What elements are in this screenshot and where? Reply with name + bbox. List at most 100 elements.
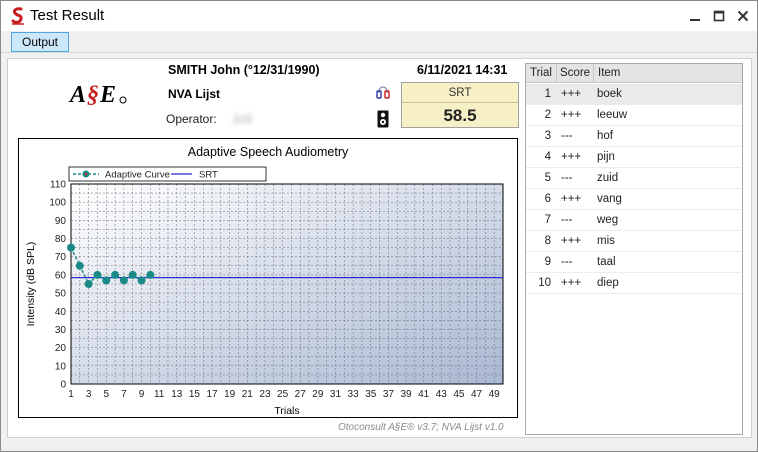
table-row[interactable]: 2 +++ leeuw bbox=[526, 105, 742, 126]
legend-adaptive-swatch-center bbox=[84, 172, 88, 176]
x-tick-label: 37 bbox=[383, 389, 395, 400]
version-note: Otoconsult A§E® v3.7; NVA Lijst v1.0 bbox=[338, 422, 504, 433]
x-tick-label: 47 bbox=[471, 389, 483, 400]
headphones-icon bbox=[376, 86, 390, 99]
maximize-icon bbox=[713, 10, 725, 22]
x-tick-label: 23 bbox=[259, 389, 271, 400]
x-tick-label: 45 bbox=[453, 389, 465, 400]
adaptive-curve-point bbox=[102, 276, 111, 285]
ase-logo: A § E bbox=[68, 82, 127, 108]
score-cell: +++ bbox=[561, 151, 582, 163]
app-logo-icon bbox=[11, 7, 24, 25]
table-row[interactable]: 10 +++ diep bbox=[526, 273, 742, 294]
trial-cell: 4 bbox=[544, 151, 551, 163]
output-button[interactable]: Output bbox=[11, 32, 69, 52]
adaptive-curve-point bbox=[137, 276, 146, 285]
srt-label: SRT bbox=[448, 87, 472, 99]
adaptive-curve-point bbox=[128, 270, 137, 279]
x-tick-label: 27 bbox=[295, 389, 307, 400]
item-cell: taal bbox=[597, 256, 616, 268]
score-cell: --- bbox=[561, 172, 573, 184]
table-row[interactable]: 8 +++ mis bbox=[526, 231, 742, 252]
header-score[interactable]: Score bbox=[560, 67, 590, 79]
y-axis-label: Intensity (dB SPL) bbox=[25, 242, 37, 327]
adaptive-curve-point bbox=[146, 270, 155, 279]
y-tick-label: 80 bbox=[55, 234, 67, 245]
x-tick-label: 21 bbox=[242, 389, 254, 400]
item-cell: vang bbox=[597, 193, 622, 205]
word-list-name: NVA Lijst bbox=[168, 87, 221, 101]
x-tick-label: 29 bbox=[312, 389, 324, 400]
operator-label: Operator: bbox=[166, 112, 217, 126]
header-separator bbox=[556, 64, 557, 83]
test-datetime: 6/11/2021 14:31 bbox=[417, 63, 508, 77]
x-tick-label: 33 bbox=[348, 389, 360, 400]
x-tick-label: 41 bbox=[418, 389, 430, 400]
adaptive-curve-point bbox=[67, 243, 75, 252]
result-panel: A § E SMITH John (°12/31/1990) NVA Lijst… bbox=[7, 58, 752, 438]
window-title: Test Result bbox=[30, 7, 105, 24]
item-cell: hof bbox=[597, 130, 613, 142]
x-axis-label: Trials bbox=[274, 405, 299, 417]
adaptive-curve-point bbox=[93, 270, 102, 279]
close-icon bbox=[737, 10, 749, 22]
patient-name: SMITH John (°12/31/1990) bbox=[168, 63, 320, 77]
item-cell: mis bbox=[597, 235, 615, 247]
item-cell: diep bbox=[597, 277, 619, 289]
adaptive-curve-point bbox=[119, 276, 128, 285]
trial-cell: 5 bbox=[544, 172, 551, 184]
table-header: Trial Score Item bbox=[526, 64, 742, 83]
trial-cell: 6 bbox=[544, 193, 551, 205]
trial-cell: 1 bbox=[544, 88, 551, 100]
x-tick-label: 13 bbox=[171, 389, 183, 400]
speaker-icon bbox=[377, 110, 389, 128]
maximize-button[interactable] bbox=[709, 6, 729, 26]
x-tick-label: 5 bbox=[103, 389, 109, 400]
x-tick-label: 3 bbox=[86, 389, 92, 400]
y-tick-label: 30 bbox=[55, 325, 67, 336]
table-row[interactable]: 9 --- taal bbox=[526, 252, 742, 273]
trial-cell: 9 bbox=[544, 256, 551, 268]
table-row[interactable]: 4 +++ pijn bbox=[526, 147, 742, 168]
y-tick-label: 70 bbox=[55, 252, 67, 263]
score-cell: +++ bbox=[561, 88, 582, 100]
title-bar[interactable]: Test Result bbox=[1, 1, 757, 31]
trial-cell: 8 bbox=[544, 235, 551, 247]
score-cell: +++ bbox=[561, 193, 582, 205]
score-cell: +++ bbox=[561, 235, 582, 247]
x-tick-label: 49 bbox=[489, 389, 501, 400]
y-tick-label: 100 bbox=[49, 198, 66, 209]
svg-text:E: E bbox=[99, 82, 116, 108]
adaptive-curve-point bbox=[111, 270, 120, 279]
item-cell: zuid bbox=[597, 172, 619, 184]
x-tick-label: 1 bbox=[68, 389, 74, 400]
minimize-button[interactable] bbox=[685, 6, 705, 26]
svg-text:§: § bbox=[87, 82, 99, 108]
svg-text:A: A bbox=[68, 82, 86, 108]
table-row[interactable]: 6 +++ vang bbox=[526, 189, 742, 210]
score-cell: --- bbox=[561, 214, 573, 226]
header-trial[interactable]: Trial bbox=[530, 67, 552, 79]
table-row[interactable]: 5 --- zuid bbox=[526, 168, 742, 189]
y-tick-label: 60 bbox=[55, 270, 67, 281]
item-cell: boek bbox=[597, 88, 622, 100]
header-item[interactable]: Item bbox=[598, 67, 620, 79]
x-tick-label: 35 bbox=[365, 389, 377, 400]
x-tick-label: 9 bbox=[139, 389, 145, 400]
score-cell: --- bbox=[561, 256, 573, 268]
trial-cell: 7 bbox=[544, 214, 551, 226]
y-tick-label: 10 bbox=[55, 361, 67, 372]
toolbar: Output bbox=[1, 31, 757, 53]
trial-table[interactable]: Trial Score Item 1 +++ boek 2 +++ leeuw 3 --- ho… bbox=[525, 63, 743, 435]
item-cell: leeuw bbox=[597, 109, 628, 121]
table-row[interactable]: 7 --- weg bbox=[526, 210, 742, 231]
table-row[interactable]: 1 +++ boek bbox=[526, 84, 742, 105]
y-tick-label: 50 bbox=[55, 289, 67, 300]
item-cell: weg bbox=[597, 214, 619, 226]
score-cell: +++ bbox=[561, 277, 582, 289]
table-row[interactable]: 3 --- hof bbox=[526, 126, 742, 147]
close-button[interactable] bbox=[733, 6, 753, 26]
adaptive-curve-point bbox=[84, 280, 93, 288]
x-tick-label: 43 bbox=[436, 389, 448, 400]
srt-divider bbox=[402, 102, 518, 103]
